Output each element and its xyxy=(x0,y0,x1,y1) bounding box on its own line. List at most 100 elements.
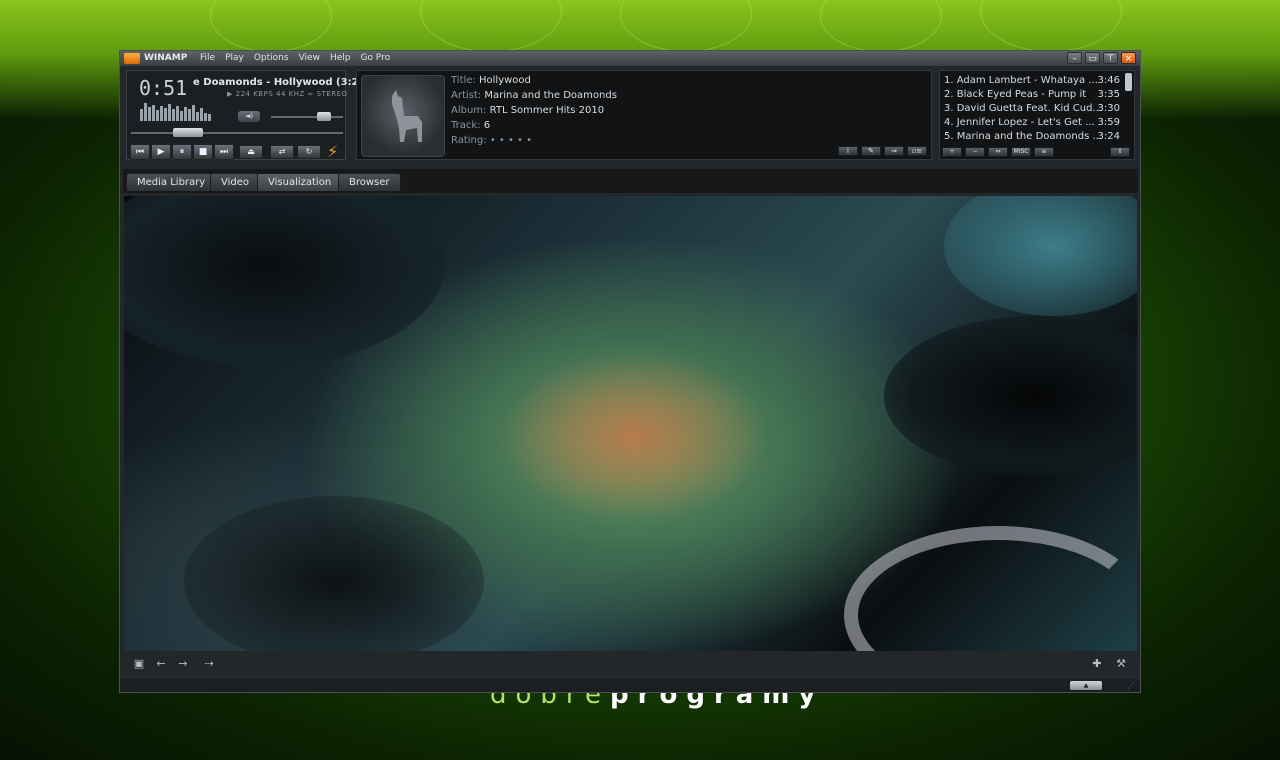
winamp-logo-icon[interactable] xyxy=(124,53,140,64)
play-button[interactable]: ▶ xyxy=(151,144,171,160)
plugin-icon[interactable]: ✚ xyxy=(1088,657,1106,671)
track-metadata: Title: Hollywood Artist: Marina and the … xyxy=(451,75,617,150)
resize-grip-icon[interactable]: ⋰ xyxy=(1127,682,1137,690)
menu-help[interactable]: Help xyxy=(330,53,351,63)
transport-controls: ⏮ ▶ ⏸ ■ ⏭ xyxy=(130,144,234,160)
album-row: Album: RTL Sommer Hits 2010 xyxy=(451,105,617,120)
visualization-toolbar: ▣ ← → ⇢ ✚ ⚒ xyxy=(124,652,1137,676)
stereo-label: STEREO xyxy=(316,90,348,98)
menu-bar: File Play Options View Help Go Pro xyxy=(200,53,390,63)
playlist-item[interactable]: 5. Marina and the Doamonds ... 3:24 xyxy=(944,131,1124,142)
volume-slider-track[interactable] xyxy=(271,116,343,118)
collapse-button[interactable]: ▲ xyxy=(1070,681,1102,690)
elapsed-time[interactable]: 0:51 xyxy=(139,76,187,100)
misc-button[interactable]: MISC xyxy=(1011,147,1031,157)
player-panel: 0:51 e Doamonds - Hollywood (3:24) ▶ 224… xyxy=(126,70,370,161)
viz-shape xyxy=(844,526,1137,651)
lightning-bolt-icon[interactable]: ⚡ xyxy=(327,142,338,161)
seek-bar-track[interactable] xyxy=(131,132,343,134)
playlist-item-length: 3:46 xyxy=(1097,75,1120,86)
window-controls: – ▭ ⊤ × xyxy=(1067,52,1136,64)
rating-row: Rating: • • • • • xyxy=(451,135,617,150)
play-state-icon: ▶ xyxy=(227,90,233,98)
rating-label: Rating: xyxy=(451,135,487,146)
shuffle-button[interactable]: ⇄ xyxy=(270,145,294,159)
add-icon[interactable]: + xyxy=(942,147,962,157)
artist-label: Artist: xyxy=(451,90,482,101)
song-ticker: e Doamonds - Hollywood (3:24) xyxy=(193,77,371,88)
info-toolbar: i ✎ ⇒ ▫≡ xyxy=(838,146,927,156)
playlist-item[interactable]: 3. David Guetta Feat. Kid Cud... 3:30 xyxy=(944,103,1124,114)
playlist-toolbar: + − ⇔ MISC ≡ xyxy=(942,147,1054,157)
menu-options[interactable]: Options xyxy=(254,53,289,63)
titlebar[interactable]: WINAMP File Play Options View Help Go Pr… xyxy=(120,51,1140,66)
stream-stats: ▶ 224 KBPS 44 KHZ ∞ STEREO xyxy=(227,90,348,98)
menu-view[interactable]: View xyxy=(299,53,320,63)
playlist-scrollbar[interactable] xyxy=(1125,73,1132,91)
tab-browser[interactable]: Browser xyxy=(338,173,401,191)
visualization-canvas[interactable] xyxy=(124,196,1137,651)
winamp-window: WINAMP File Play Options View Help Go Pr… xyxy=(119,50,1141,693)
restore-button[interactable]: ▭ xyxy=(1085,52,1100,64)
playlist-toggle-icon[interactable]: ⇕ xyxy=(1110,147,1130,157)
playlist-panel: 1. Adam Lambert - Whataya ... 3:46 2. Bla… xyxy=(939,70,1135,160)
stop-button[interactable]: ■ xyxy=(193,144,213,160)
fullscreen-icon[interactable]: ▣ xyxy=(130,657,148,671)
select-icon[interactable]: ⇔ xyxy=(988,147,1008,157)
title-value: Hollywood xyxy=(479,75,531,86)
random-preset-icon[interactable]: ⇢ xyxy=(200,657,218,671)
playlist-item[interactable]: 4. Jennifer Lopez - Let's Get ... 3:59 xyxy=(944,117,1124,128)
close-button[interactable]: × xyxy=(1121,52,1136,64)
playlist-item-name: 3. David Guetta Feat. Kid Cud... xyxy=(944,103,1102,114)
stereo-icon: ∞ xyxy=(307,90,314,98)
viz-shape xyxy=(884,316,1137,476)
settings-wrench-icon[interactable]: ⚒ xyxy=(1112,657,1130,671)
menu-file[interactable]: File xyxy=(200,53,215,63)
track-row: Track: 6 xyxy=(451,120,617,135)
edit-icon[interactable]: ✎ xyxy=(861,146,881,156)
artist-value: Marina and the Doamonds xyxy=(484,90,617,101)
mute-speaker-button[interactable]: ◄) xyxy=(238,111,260,122)
next-preset-icon[interactable]: → xyxy=(174,657,192,671)
viz-shape xyxy=(944,196,1137,316)
pause-button[interactable]: ⏸ xyxy=(172,144,192,160)
send-to-icon[interactable]: ⇒ xyxy=(884,146,904,156)
view-menu-icon[interactable]: ▫≡ xyxy=(907,146,927,156)
song-info-panel: Title: Hollywood Artist: Marina and the … xyxy=(356,70,932,160)
previous-preset-icon[interactable]: ← xyxy=(152,657,170,671)
menu-play[interactable]: Play xyxy=(225,53,244,63)
seek-bar-knob[interactable] xyxy=(173,128,203,137)
next-button[interactable]: ⏭ xyxy=(214,144,234,160)
playlist-item-name: 5. Marina and the Doamonds ... xyxy=(944,131,1103,142)
remove-icon[interactable]: − xyxy=(965,147,985,157)
artist-row: Artist: Marina and the Doamonds xyxy=(451,90,617,105)
playlist-item-name: 2. Black Eyed Peas - Pump it xyxy=(944,89,1087,100)
volume-slider-knob[interactable] xyxy=(317,112,331,121)
minimize-button[interactable]: – xyxy=(1067,52,1082,64)
tab-video[interactable]: Video xyxy=(210,173,261,191)
album-value: RTL Sommer Hits 2010 xyxy=(489,105,605,116)
repeat-button[interactable]: ↻ xyxy=(297,145,321,159)
rating-stars[interactable]: • • • • • xyxy=(490,135,532,146)
playlist-item-length: 3:35 xyxy=(1097,89,1120,100)
playlist-item[interactable]: 2. Black Eyed Peas - Pump it 3:35 xyxy=(944,89,1124,100)
playlist-item-length: 3:24 xyxy=(1097,131,1120,142)
track-value: 6 xyxy=(483,120,491,131)
playlist-item[interactable]: 1. Adam Lambert - Whataya ... 3:46 xyxy=(944,75,1124,86)
tab-visualization[interactable]: Visualization xyxy=(257,173,343,191)
tab-media-library[interactable]: Media Library xyxy=(126,173,217,191)
playlist-item-name: 4. Jennifer Lopez - Let's Get ... xyxy=(944,117,1095,128)
previous-button[interactable]: ⏮ xyxy=(130,144,150,160)
app-name: WINAMP xyxy=(144,53,188,63)
eject-button[interactable]: ⏏ xyxy=(239,145,263,159)
list-options-icon[interactable]: ≡ xyxy=(1034,147,1054,157)
shade-button[interactable]: ⊤ xyxy=(1103,52,1118,64)
album-art-placeholder[interactable] xyxy=(361,75,445,157)
info-icon[interactable]: i xyxy=(838,146,858,156)
playlist-item-length: 3:30 xyxy=(1097,103,1120,114)
menu-go-pro[interactable]: Go Pro xyxy=(360,53,390,63)
spectrum-analyzer[interactable] xyxy=(140,101,212,121)
status-bar: ▲ ⋰ xyxy=(120,679,1140,692)
playlist-item-name: 1. Adam Lambert - Whataya ... xyxy=(944,75,1098,86)
llama-icon xyxy=(392,90,422,142)
